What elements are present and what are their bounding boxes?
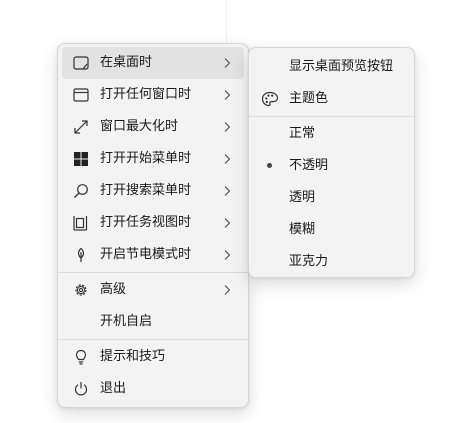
menu-item-label: 亚克力 — [289, 254, 329, 269]
chevron-right-icon — [222, 153, 232, 165]
menu-item-label: 正常 — [289, 126, 316, 141]
chevron-right-icon — [222, 121, 232, 133]
window-icon — [72, 87, 90, 103]
menu-item-label: 透明 — [289, 190, 316, 205]
menu-item-label: 提示和技巧 — [100, 349, 166, 364]
submenu-item-show-desktop-preview[interactable]: 显示桌面预览按钮 — [253, 51, 410, 83]
submenu-item-acrylic[interactable]: 亚克力 — [253, 246, 410, 278]
menu-item-advanced[interactable]: 高级 — [62, 274, 244, 306]
menu-item-any-window[interactable]: 打开任何窗口时 — [62, 79, 244, 111]
menu-item-power-saving[interactable]: 开启节电模式时 — [62, 239, 244, 271]
gear-icon — [72, 282, 90, 298]
menu-item-tips[interactable]: 提示和技巧 — [62, 341, 244, 373]
selected-indicator-icon — [267, 163, 272, 168]
submenu-item-opaque[interactable]: 不透明 — [253, 150, 410, 182]
menu-item-autostart[interactable]: 开机自启 — [62, 306, 244, 338]
menu-separator — [58, 339, 248, 340]
submenu-item-transparent[interactable]: 透明 — [253, 182, 410, 214]
windows-logo-icon — [72, 151, 90, 167]
task-view-icon — [72, 215, 90, 231]
submenu-item-blur[interactable]: 模糊 — [253, 214, 410, 246]
leaf-icon — [72, 247, 90, 263]
palette-icon — [261, 91, 279, 107]
power-icon — [72, 381, 90, 397]
menu-item-exit[interactable]: 退出 — [62, 373, 244, 405]
menu-item-label: 打开任何窗口时 — [100, 87, 192, 102]
menu-item-label: 打开任务视图时 — [100, 215, 192, 230]
menu-item-search-menu[interactable]: 打开搜索菜单时 — [62, 175, 244, 207]
desktop-submenu: 显示桌面预览按钮 主题色 正常 不透明 透明 模糊 亚克力 — [248, 47, 415, 278]
chevron-right-icon — [222, 89, 232, 101]
maximize-icon — [72, 119, 90, 135]
menu-item-task-view[interactable]: 打开任务视图时 — [62, 207, 244, 239]
chevron-right-icon — [222, 57, 232, 69]
submenu-item-normal[interactable]: 正常 — [253, 118, 410, 150]
menu-item-label: 打开搜索菜单时 — [100, 183, 192, 198]
search-icon — [72, 183, 90, 199]
menu-item-window-maximized[interactable]: 窗口最大化时 — [62, 111, 244, 143]
menu-separator — [249, 116, 414, 117]
submenu-item-theme-color[interactable]: 主题色 — [253, 83, 410, 115]
tray-context-menu: 在桌面时 打开任何窗口时 窗口最大化时 打开开始菜单时 打开搜索菜单时 打开任务… — [57, 43, 249, 408]
menu-item-label: 显示桌面预览按钮 — [289, 59, 394, 74]
menu-item-label: 主题色 — [289, 91, 329, 106]
chevron-right-icon — [222, 185, 232, 197]
chevron-right-icon — [222, 284, 232, 296]
desktop-icon — [72, 55, 90, 71]
chevron-right-icon — [222, 217, 232, 229]
menu-item-label: 开启节电模式时 — [100, 247, 192, 262]
menu-item-on-desktop[interactable]: 在桌面时 — [62, 47, 244, 79]
menu-separator — [58, 272, 248, 273]
menu-item-label: 开机自启 — [100, 314, 153, 329]
background-divider — [226, 0, 227, 48]
menu-item-label: 在桌面时 — [100, 55, 153, 70]
menu-item-label: 窗口最大化时 — [100, 119, 179, 134]
menu-item-label: 不透明 — [289, 158, 329, 173]
menu-item-label: 高级 — [100, 282, 127, 297]
menu-item-label: 打开开始菜单时 — [100, 151, 192, 166]
menu-item-start-menu[interactable]: 打开开始菜单时 — [62, 143, 244, 175]
menu-item-label: 模糊 — [289, 222, 316, 237]
menu-item-label: 退出 — [100, 381, 127, 396]
lightbulb-icon — [72, 349, 90, 365]
chevron-right-icon — [222, 249, 232, 261]
